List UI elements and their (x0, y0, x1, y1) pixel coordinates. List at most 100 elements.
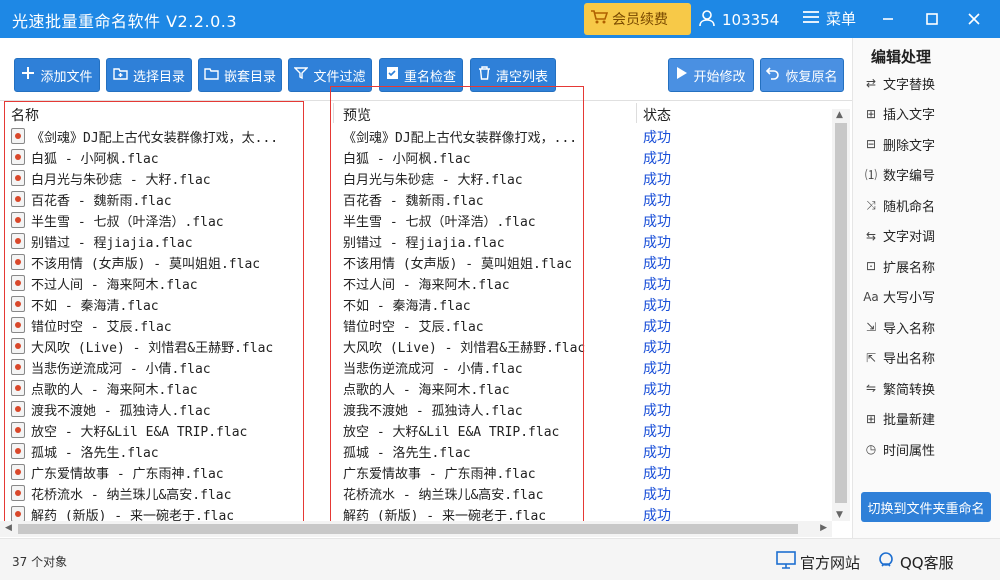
file-status-cell: 成功 (643, 256, 671, 272)
website-link[interactable]: 官方网站 (776, 551, 860, 573)
table-row[interactable]: 放空 - 大籽&Lil E&A TRIP.flac 放空 - 大籽&Lil E&A… (0, 419, 832, 440)
edit-item-text-replace[interactable]: ⇄ 文字替换 (863, 72, 993, 94)
start-button[interactable]: 开始修改 (668, 58, 754, 92)
edit-item-text-insert[interactable]: ⊞ 插入文字 (863, 103, 993, 125)
column-header-name[interactable]: 名称 (11, 105, 39, 125)
file-filter-button[interactable]: 文件过滤 (288, 58, 372, 92)
table-row[interactable]: 花桥流水 - 纳兰珠儿&高安.flac 花桥流水 - 纳兰珠儿&高安.flac 成功 (0, 482, 832, 503)
table-row[interactable]: 广东爱情故事 - 广东雨神.flac 广东爱情故事 - 广东雨神.flac 成功 (0, 461, 832, 482)
table-row[interactable]: 点歌的人 - 海来阿木.flac 点歌的人 - 海来阿木.flac 成功 (0, 377, 832, 398)
table-row[interactable]: 《剑魂》DJ配上古代女装群像打戏，太... 《剑魂》DJ配上古代女装群像打戏，..… (0, 125, 832, 146)
edit-item-upper-lower-case[interactable]: Aa 大写小写 (863, 286, 993, 308)
edit-item-number-sequence[interactable]: ⑴ 数字编号 (863, 164, 993, 186)
maximize-icon[interactable] (920, 8, 944, 30)
edit-item-text-swap[interactable]: ⇆ 文字对调 (863, 225, 993, 247)
clear-list-button[interactable]: 清空列表 (470, 58, 556, 92)
table-row[interactable]: 不过人间 - 海来阿木.flac 不过人间 - 海来阿木.flac 成功 (0, 272, 832, 293)
column-header-preview[interactable]: 预览 (343, 105, 371, 125)
audio-file-icon (11, 212, 25, 228)
column-divider[interactable] (636, 103, 637, 123)
file-preview-cell: 孤城 - 洛先生.flac (343, 446, 471, 461)
file-preview-cell: 渡我不渡她 - 孤独诗人.flac (343, 404, 523, 419)
table-row[interactable]: 白狐 - 小阿枫.flac 白狐 - 小阿枫.flac 成功 (0, 146, 832, 167)
dup-check-label: 重名检查 (403, 69, 456, 85)
edit-item-export-names[interactable]: ⇱ 导出名称 (863, 347, 993, 369)
edit-item-text-delete[interactable]: ⊟ 删除文字 (863, 133, 993, 155)
table-row[interactable]: 不如 - 秦海清.flac 不如 - 秦海清.flac 成功 (0, 293, 832, 314)
vertical-scrollbar[interactable]: ▲ ▼ (832, 109, 850, 521)
vertical-scroll-thumb[interactable] (835, 123, 847, 503)
nested-dir-button[interactable]: 嵌套目录 (198, 58, 282, 92)
close-icon[interactable] (962, 8, 986, 30)
table-row[interactable]: 当悲伤逆流成河 - 小倩.flac 当悲伤逆流成河 - 小倩.flac 成功 (0, 356, 832, 377)
audio-file-icon (11, 338, 25, 354)
file-preview-cell: 不该用情 (女声版) - 莫叫姐姐.flac (343, 257, 573, 272)
minimize-icon[interactable] (876, 8, 900, 30)
file-preview-cell: 花桥流水 - 纳兰珠儿&高安.flac (343, 488, 544, 503)
select-dir-button[interactable]: 选择目录 (106, 58, 192, 92)
file-status-cell: 成功 (643, 193, 671, 209)
menu-button[interactable]: 菜单 (802, 8, 856, 29)
edit-item-extension-name[interactable]: ⊡ 扩展名称 (863, 255, 993, 277)
shuffle-icon: ⤨ (866, 197, 876, 212)
dup-check-button[interactable]: 重名检查 (379, 58, 463, 92)
insert-text-icon: ⊞ (865, 106, 877, 121)
file-status-cell: 成功 (643, 487, 671, 503)
edit-item-random-rename[interactable]: ⤨ 随机命名 (863, 194, 993, 216)
edit-item-batch-create[interactable]: ⊞ 批量新建 (863, 408, 993, 430)
horizontal-scroll-thumb[interactable] (18, 524, 798, 534)
table-row[interactable]: 白月光与朱砂痣 - 大籽.flac 白月光与朱砂痣 - 大籽.flac 成功 (0, 167, 832, 188)
restore-button[interactable]: 恢复原名 (760, 58, 844, 92)
file-list: 名称 预览 状态 《剑魂》DJ配上古代女装群像打戏，太... 《剑魂》DJ配上古代… (0, 86, 852, 538)
edit-item-time-attribute[interactable]: ◷ 时间属性 (863, 438, 993, 460)
case-icon: Aa (863, 289, 879, 304)
switch-folder-rename-button[interactable]: 切换到文件夹重命名 (861, 492, 991, 522)
edit-item-import-names[interactable]: ⇲ 导入名称 (863, 316, 993, 338)
user-account[interactable]: 103354 (698, 9, 779, 31)
file-name-cell: 百花香 - 魏新雨.flac (31, 194, 172, 209)
qq-support-link[interactable]: QQ客服 (876, 551, 954, 573)
table-row[interactable]: 错位时空 - 艾辰.flac 错位时空 - 艾辰.flac 成功 (0, 314, 832, 335)
nested-dir-label: 嵌套目录 (223, 69, 276, 85)
audio-file-icon (11, 485, 25, 501)
file-preview-cell: 百花香 - 魏新雨.flac (343, 194, 484, 209)
edit-item-label: 扩展名称 (883, 260, 936, 276)
filter-icon (293, 66, 310, 84)
edit-item-label: 数字编号 (883, 169, 936, 184)
table-row[interactable]: 百花香 - 魏新雨.flac 百花香 - 魏新雨.flac 成功 (0, 188, 832, 209)
file-status-cell: 成功 (643, 298, 671, 314)
vip-renew-button[interactable]: 会员续费 (584, 3, 691, 35)
column-header-status[interactable]: 状态 (643, 105, 671, 125)
table-row[interactable]: 不该用情 (女声版) - 莫叫姐姐.flac 不该用情 (女声版) - 莫叫姐姐.… (0, 251, 832, 272)
trash-icon (478, 66, 491, 84)
file-name-cell: 不过人间 - 海来阿木.flac (31, 278, 198, 293)
file-status-cell: 成功 (643, 172, 671, 188)
title-bar: 光速批量重命名软件 V2.2.0.3 会员续费 103354 菜单 (0, 0, 1000, 38)
table-row[interactable]: 别错过 - 程jiajia.flac 别错过 - 程jiajia.flac 成功 (0, 230, 832, 251)
scroll-down-icon[interactable]: ▼ (836, 510, 843, 520)
file-preview-cell: 广东爱情故事 - 广东雨神.flac (343, 467, 536, 482)
scroll-right-icon[interactable]: ▶ (820, 523, 827, 533)
edit-item-trad-simp-convert[interactable]: ⇋ 繁简转换 (863, 377, 993, 399)
file-name-cell: 白月光与朱砂痣 - 大籽.flac (31, 173, 211, 188)
table-row[interactable]: 半生雪 - 七叔（叶泽浩）.flac 半生雪 - 七叔（叶泽浩）.flac 成功 (0, 209, 832, 230)
monitor-icon (776, 551, 796, 573)
scroll-up-icon[interactable]: ▲ (836, 110, 843, 120)
table-row[interactable]: 渡我不渡她 - 孤独诗人.flac 渡我不渡她 - 孤独诗人.flac 成功 (0, 398, 832, 419)
file-preview-cell: 《剑魂》DJ配上古代女装群像打戏，... (343, 131, 578, 146)
doc-check-icon (386, 66, 399, 84)
horizontal-scrollbar[interactable]: ◀ ▶ (0, 521, 832, 537)
app-title: 光速批量重命名软件 V2.2.0.3 (12, 12, 238, 31)
swap-icon: ⇆ (865, 228, 877, 243)
play-icon (676, 66, 688, 84)
start-label: 开始修改 (693, 69, 746, 85)
add-file-button[interactable]: 添加文件 (14, 58, 100, 92)
table-row[interactable]: 大风吹 (Live) - 刘惜君&王赫野.flac 大风吹 (Live) - 刘惜… (0, 335, 832, 356)
table-row[interactable]: 孤城 - 洛先生.flac 孤城 - 洛先生.flac 成功 (0, 440, 832, 461)
audio-file-icon (11, 275, 25, 291)
scroll-left-icon[interactable]: ◀ (5, 523, 12, 533)
file-status-cell: 成功 (643, 130, 671, 146)
hamburger-icon (802, 10, 820, 28)
file-preview-cell: 错位时空 - 艾辰.flac (343, 320, 484, 335)
column-divider[interactable] (333, 103, 334, 123)
